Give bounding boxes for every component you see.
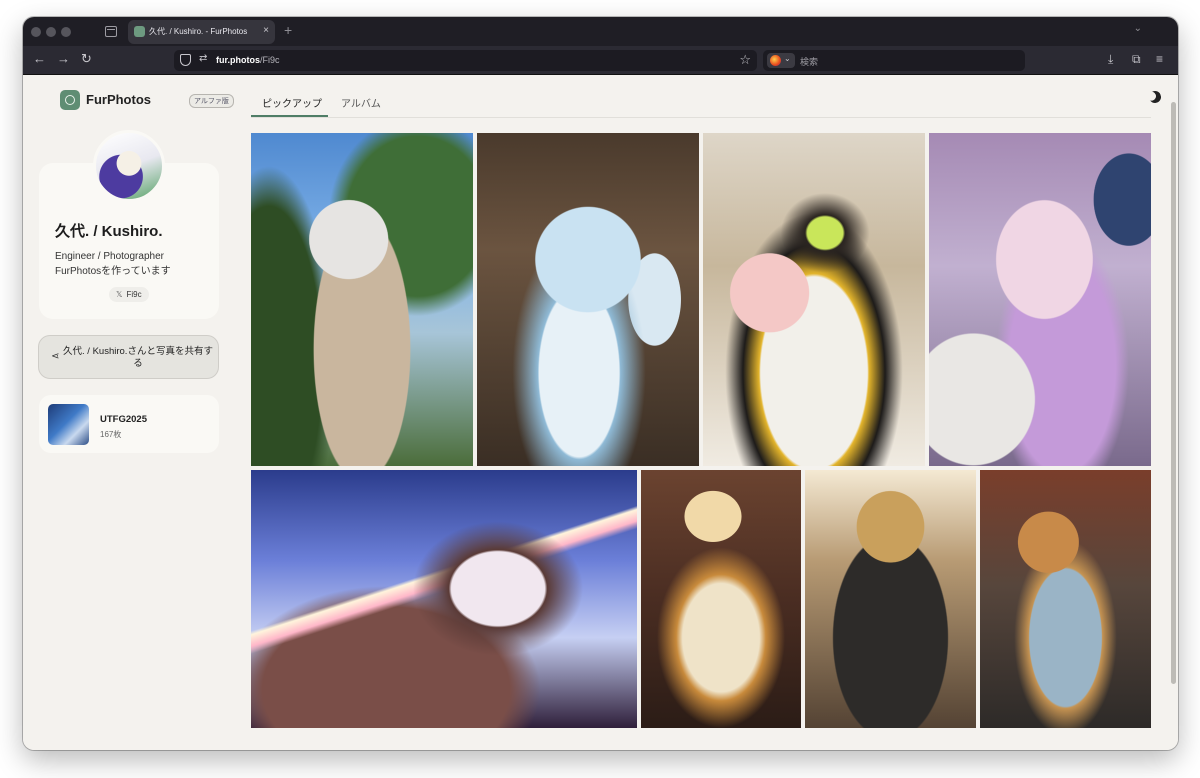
bio-line: FurPhotosを作っています <box>55 266 171 277</box>
back-button[interactable]: ← <box>33 51 46 67</box>
url-text[interactable]: fur.photos/Fi9c <box>216 55 280 65</box>
profile-name: 久代. / Kushiro. <box>55 223 163 240</box>
url-path: /Fi9c <box>260 55 280 65</box>
chevron-down-icon: ⌄ <box>784 54 791 63</box>
tab-strip: 久代. / Kushiro. - FurPhotos × + ⌄ <box>23 17 1178 46</box>
alpha-badge: アルファ版 <box>189 94 234 108</box>
new-tab-button[interactable]: + <box>284 23 292 37</box>
tab-albums[interactable]: アルバム <box>341 95 381 110</box>
active-tab-indicator <box>251 115 328 117</box>
album-thumbnail <box>48 404 89 445</box>
forward-button[interactable]: → <box>57 51 70 67</box>
photo-tile[interactable] <box>477 133 699 466</box>
bookmark-star-icon[interactable]: ☆ <box>739 52 751 68</box>
furphotos-favicon-icon <box>134 26 145 37</box>
minimize-window-button[interactable] <box>46 27 56 37</box>
menu-icon[interactable]: ≡ <box>1156 52 1163 66</box>
tabs-divider <box>251 117 1151 118</box>
bio-line: Engineer / Photographer <box>55 251 164 262</box>
photo-tile[interactable] <box>980 470 1151 728</box>
photo-tile[interactable] <box>641 470 801 728</box>
tab-list-chevron-icon[interactable]: ⌄ <box>1134 23 1142 34</box>
x-profile-link[interactable]: 𝕏 Fi9c <box>109 287 149 302</box>
album-title: UTFG2025 <box>100 414 147 425</box>
share-photos-button[interactable]: ⋖ 久代. / Kushiro.さんと写真を共有する <box>38 335 219 379</box>
album-card[interactable]: UTFG2025 167枚 <box>39 395 219 453</box>
photo-tile[interactable] <box>703 133 925 466</box>
search-engine-icon <box>770 55 781 66</box>
browser-window: 久代. / Kushiro. - FurPhotos × + ⌄ ← → ↻ ⇄… <box>23 17 1178 750</box>
download-icon[interactable]: ⤓ <box>1108 52 1113 66</box>
url-host: fur.photos <box>216 55 260 65</box>
share-button-label: 久代. / Kushiro.さんと写真を共有する <box>63 346 213 369</box>
close-window-button[interactable] <box>31 27 41 37</box>
photo-tile[interactable] <box>251 133 473 466</box>
permissions-icon[interactable]: ⇄ <box>199 53 207 64</box>
search-bar[interactable]: ⌄ 検索 <box>763 50 1025 71</box>
photo-tile[interactable] <box>251 470 637 728</box>
x-handle: Fi9c <box>126 290 142 299</box>
share-icon: ⋖ <box>51 351 60 362</box>
furphotos-logo-icon <box>60 90 80 110</box>
page-content: FurPhotos アルファ版 久代. / Kushiro. Engineer … <box>23 75 1178 750</box>
photo-tile[interactable] <box>929 133 1151 466</box>
tab-groups-icon[interactable] <box>105 26 117 37</box>
profile-bio: Engineer / Photographer FurPhotosを作っています <box>55 249 171 279</box>
brand-name: FurPhotos <box>86 92 151 107</box>
page-scrollbar[interactable] <box>1171 102 1176 684</box>
search-placeholder: 検索 <box>800 57 819 67</box>
album-photo-count: 167枚 <box>100 430 122 439</box>
reload-button[interactable]: ↻ <box>81 51 92 67</box>
avatar <box>93 130 165 202</box>
shield-icon[interactable] <box>180 54 191 66</box>
photo-tile[interactable] <box>805 470 976 728</box>
tab-title: 久代. / Kushiro. - FurPhotos <box>149 27 248 36</box>
tab-pickup[interactable]: ピックアップ <box>262 95 322 110</box>
extensions-icon[interactable]: ⧉ <box>1132 52 1141 66</box>
browser-tab[interactable]: 久代. / Kushiro. - FurPhotos × <box>128 20 275 44</box>
tab-close-icon[interactable]: × <box>263 25 269 37</box>
dark-mode-toggle-moon-icon[interactable] <box>1147 89 1162 104</box>
x-logo-icon: 𝕏 <box>116 290 123 299</box>
zoom-window-button[interactable] <box>61 27 71 37</box>
search-engine-selector[interactable]: ⌄ <box>767 53 795 68</box>
address-bar[interactable]: ⇄ fur.photos/Fi9c ☆ <box>174 50 757 71</box>
nav-toolbar: ← → ↻ ⇄ fur.photos/Fi9c ☆ ⌄ 検索 ⤓ ⧉ ≡ <box>23 46 1178 75</box>
